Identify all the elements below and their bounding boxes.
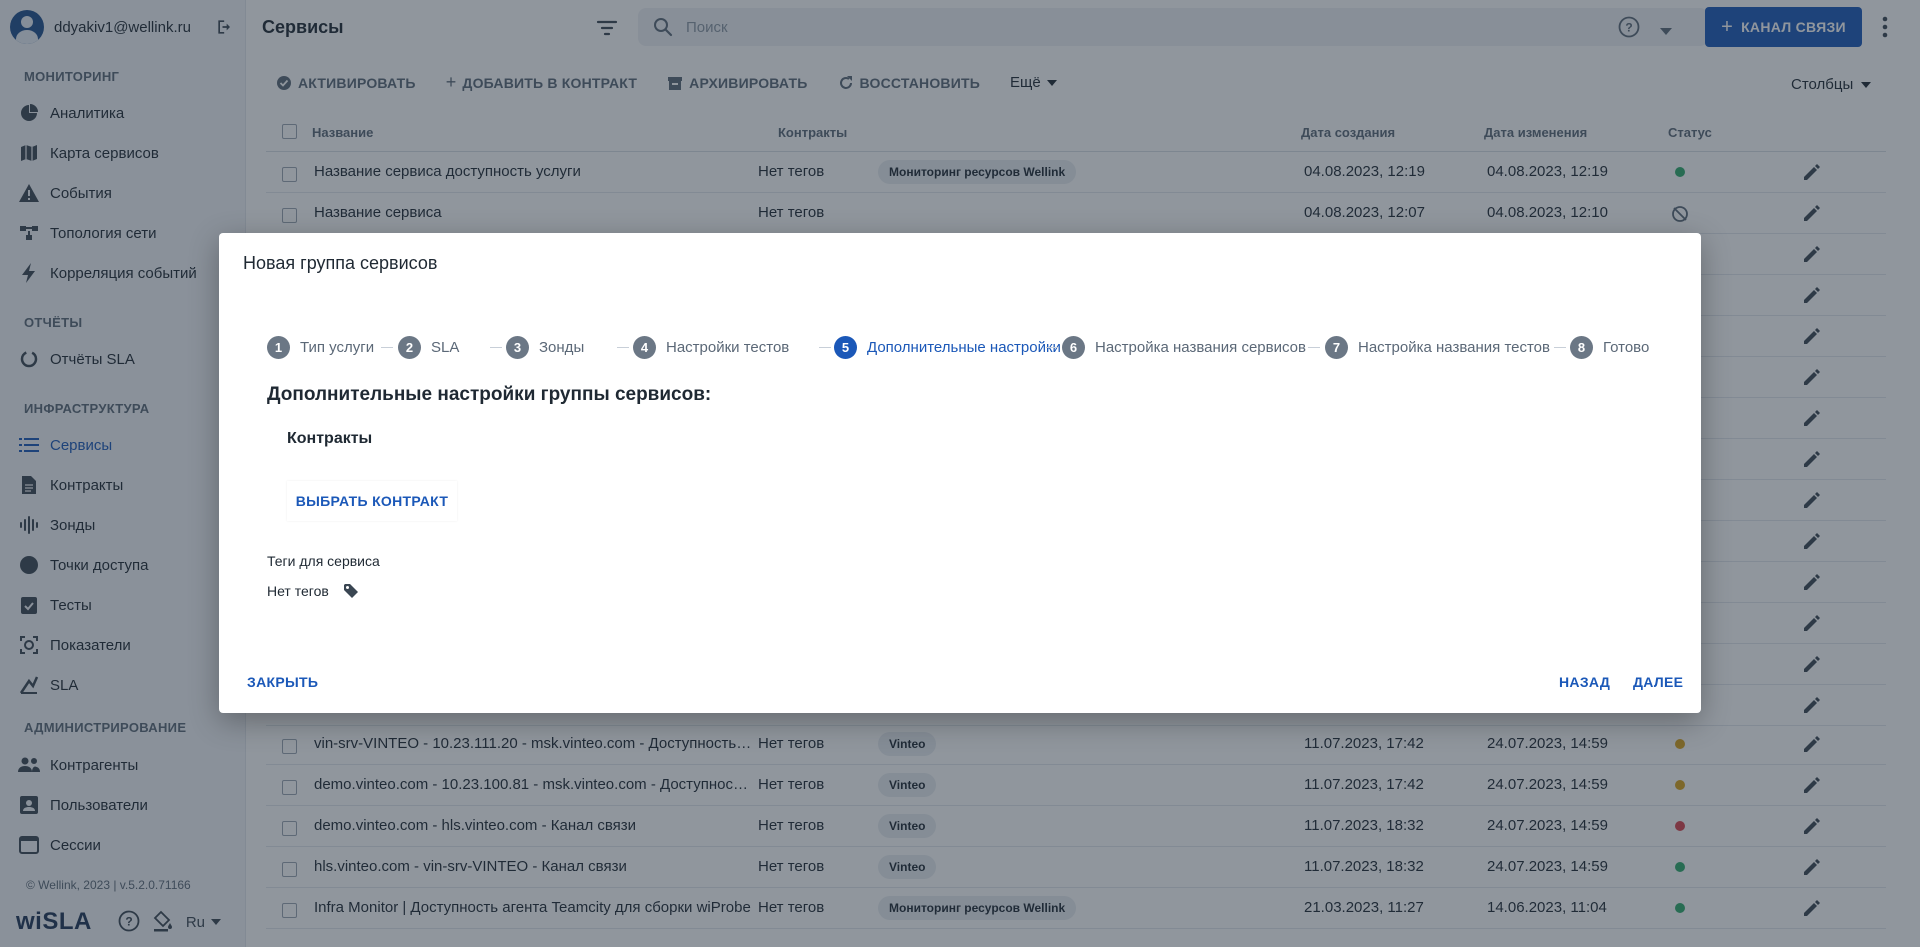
step-separator [381,347,393,348]
step-label: Тип услуги [300,339,375,356]
step-label: Настройка названия сервисов [1095,339,1306,356]
step-3[interactable]: 3 Зонды [506,336,584,359]
step-number: 6 [1062,336,1085,359]
step-separator [490,347,502,348]
step-label: Зонды [539,339,585,356]
step-4[interactable]: 4 Настройки тестов [633,336,789,359]
next-button[interactable]: ДАЛЕЕ [1633,674,1683,690]
section-heading: Дополнительные настройки группы сервисов… [267,384,712,405]
step-number: 3 [506,336,529,359]
step-label: Настройка названия тестов [1358,339,1550,356]
step-separator [1554,347,1566,348]
step-number: 1 [267,336,290,359]
step-label: Готово [1603,339,1650,356]
stepper: 1 Тип услуги 2 SLA 3 Зонды 4 Настройки т… [267,336,1667,360]
step-number: 7 [1325,336,1348,359]
step-separator [819,347,831,348]
tags-value: Нет тегов [267,583,359,599]
step-separator [1046,347,1058,348]
step-6[interactable]: 6 Настройка названия сервисов [1062,336,1306,359]
new-service-group-dialog: Новая группа сервисов 1 Тип услуги 2 SLA… [219,233,1701,713]
tags-value-text: Нет тегов [267,583,329,599]
step-1[interactable]: 1 Тип услуги [267,336,374,359]
step-number: 4 [633,336,656,359]
close-button[interactable]: ЗАКРЫТЬ [247,674,318,690]
back-button[interactable]: НАЗАД [1559,674,1610,690]
step-number: 8 [1570,336,1593,359]
step-separator [617,347,629,348]
step-label: Настройки тестов [666,339,790,356]
step-label: Дополнительные настройки [867,339,1061,356]
step-8[interactable]: 8 Готово [1570,336,1649,359]
select-contract-button[interactable]: ВЫБРАТЬ КОНТРАКТ [287,481,457,521]
tag-icon[interactable] [343,583,359,599]
step-5[interactable]: 5 Дополнительные настройки [834,336,1061,359]
step-separator [1308,347,1320,348]
tags-label: Теги для сервиса [267,553,380,569]
step-2[interactable]: 2 SLA [398,336,459,359]
step-number: 5 [834,336,857,359]
step-label: SLA [431,339,460,356]
step-number: 2 [398,336,421,359]
dialog-title: Новая группа сервисов [243,253,438,273]
contracts-label: Контракты [287,430,373,447]
step-7[interactable]: 7 Настройка названия тестов [1325,336,1550,359]
